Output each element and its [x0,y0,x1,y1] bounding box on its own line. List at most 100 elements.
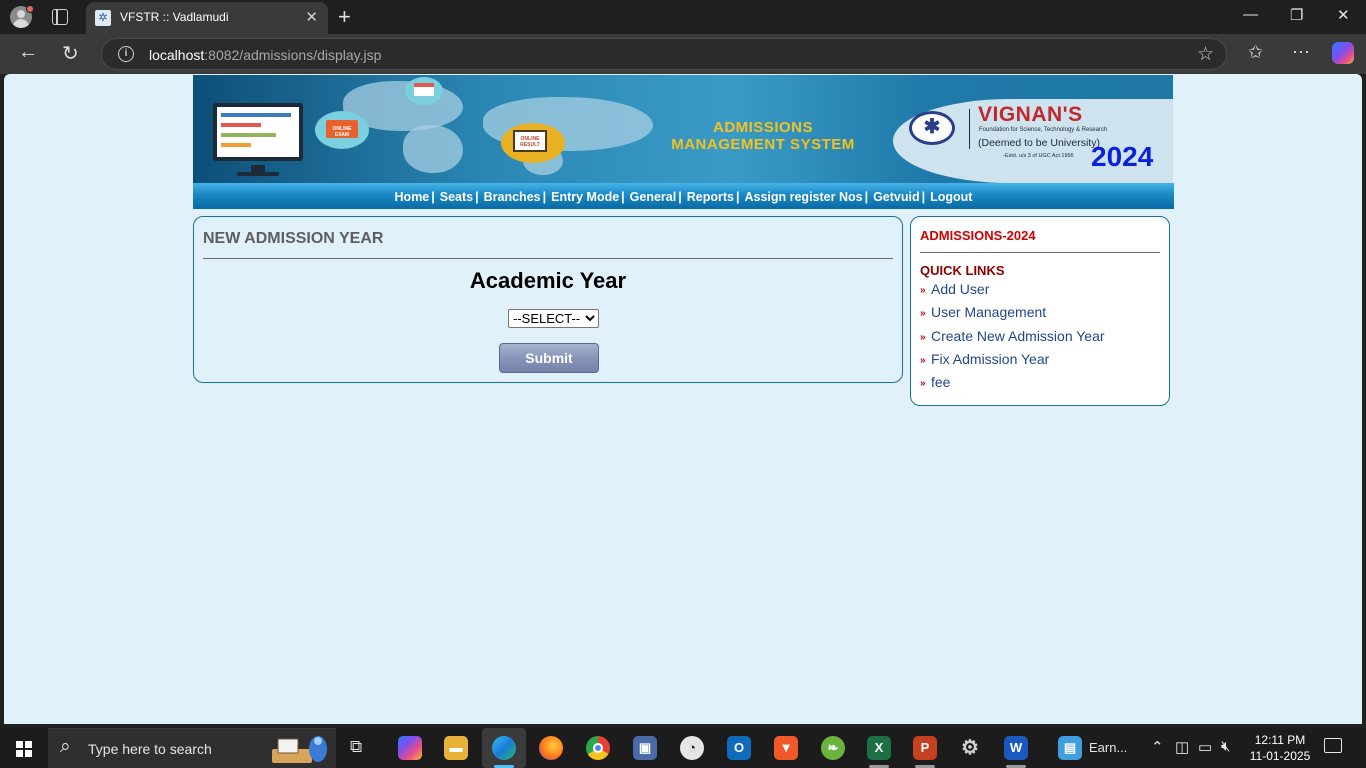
bullet-arrow-icon: » [920,308,926,320]
taskbar-search-box[interactable]: ⌕ Type here to search [48,728,336,768]
menu-item-general[interactable]: General [630,190,677,204]
quick-links-heading: QUICK LINKS [920,263,1005,278]
address-bar[interactable]: i localhost:8082/admissions/display.jsp … [101,38,1227,70]
university-emblem-icon: ✱ [909,111,955,145]
computer-monitor-illustration [213,103,303,161]
favorite-star-icon[interactable]: ☆ [1197,43,1214,66]
copilot-icon[interactable] [1332,42,1354,64]
tab-actions-icon[interactable] [52,9,68,25]
address-url[interactable]: localhost:8082/admissions/display.jsp [149,47,381,63]
remote-desktop-icon[interactable]: ▣ [633,736,657,760]
windows-taskbar: ⌕ Type here to search ⧉ ▬ ▣ ◔ O ▼ ❧ X P … [0,728,1366,768]
settings-gear-icon[interactable]: ⚙ [958,736,982,760]
world-map-shape [403,125,463,173]
chevron-up-icon[interactable]: ⌃ [1151,738,1164,756]
menu-separator: | [735,190,740,204]
menu-item-home[interactable]: Home [395,190,430,204]
menu-separator: | [431,190,435,204]
edge-browser-icon[interactable] [492,736,516,760]
submit-button[interactable]: Submit [499,343,599,373]
bullet-arrow-icon: » [920,285,926,296]
file-explorer-icon[interactable]: ▬ [444,736,468,760]
menu-separator: | [621,190,625,204]
new-admission-year-panel: NEW ADMISSION YEAR Academic Year --SELEC… [193,216,903,383]
academic-year-select[interactable]: --SELECT-- [508,309,599,328]
quick-link-item: » Add User [920,281,1105,304]
chrome-icon[interactable] [586,736,610,760]
favorites-icon[interactable]: ✩ [1248,42,1263,63]
menu-item-seats[interactable]: Seats [440,190,473,204]
divider [203,258,893,259]
active-browser-tab[interactable]: ✲ VFSTR :: Vadlamudi ✕ [86,2,328,34]
panel-title: NEW ADMISSION YEAR [203,230,384,247]
main-menu-bar: Home | Seats | Branches | Entry Mode | General | R… [193,183,1174,209]
restore-icon[interactable]: ❐ [1290,6,1303,24]
menu-item-branches[interactable]: Branches [484,190,541,204]
volume-muted-icon[interactable]: 🔇︎ [1221,738,1230,755]
admissions-heading: ADMISSIONS-2024 [920,228,1036,243]
quick-links-list: » Add User » User Management » Create New Adm… [920,281,1105,397]
quick-link-item: » Fix Admission Year [920,351,1105,374]
new-tab-icon[interactable]: + [338,4,351,30]
system-clock[interactable]: 12:11 PM 11-01-2025 [1240,732,1320,764]
search-highlight-illustration-icon [272,736,327,763]
site-info-icon[interactable]: i [118,46,134,62]
quick-link-item: » fee [920,374,1105,397]
divider [920,252,1160,253]
quick-link-user-management[interactable]: User Management [931,304,1046,320]
quick-link-create-new-admission-year[interactable]: Create New Admission Year [931,328,1105,344]
menu-separator: | [921,190,926,204]
banner-system-title: ADMISSIONS MANAGEMENT SYSTEM [671,119,855,153]
profile-notification-dot [26,5,34,13]
site-favicon-icon: ✲ [95,10,111,26]
site-banner: ONLINE EXAM ONLINE RESULT ADMISSIONS MAN… [193,75,1173,183]
bullet-arrow-icon: » [920,354,926,366]
copilot-app-icon[interactable] [398,736,422,760]
bullet-arrow-icon: » [920,378,926,390]
menu-item-reports[interactable]: Reports [687,190,734,204]
refresh-icon[interactable]: ↻ [62,41,79,66]
windows-start-icon[interactable] [16,741,32,757]
quick-link-item: » User Management [920,304,1105,327]
search-icon: ⌕ [60,736,71,757]
task-view-icon[interactable]: ⧉ [350,737,362,757]
quick-link-fix-admission-year[interactable]: Fix Admission Year [931,351,1049,367]
close-window-icon[interactable]: ✕ [1337,6,1350,24]
academic-year-label: Academic Year [469,268,627,293]
menu-item-assign-register-nos[interactable]: Assign register Nos [744,190,862,204]
outlook-icon[interactable]: O [727,736,751,760]
earn-app-label[interactable]: Earn... [1089,740,1127,755]
back-arrow-icon[interactable]: ← [18,41,38,64]
online-exam-bubble-icon: ONLINE EXAM [315,111,369,149]
quick-link-fee[interactable]: fee [931,374,950,390]
browser-tab-bar: ✲ VFSTR :: Vadlamudi ✕ + — ❐ ✕ [0,0,1366,34]
minimize-icon[interactable]: — [1243,6,1258,23]
notifications-icon[interactable] [1324,738,1342,753]
word-icon[interactable]: W [1004,736,1028,760]
browser-toolbar: ← ↻ i localhost:8082/admissions/display.… [0,34,1366,74]
menu-item-logout[interactable]: Logout [930,190,972,204]
brave-browser-icon[interactable]: ▼ [774,736,798,760]
close-tab-icon[interactable]: ✕ [305,8,318,26]
tab-title: VFSTR :: Vadlamudi [120,10,229,24]
bullet-arrow-icon: » [920,331,926,343]
menu-separator: | [475,190,479,204]
earn-app-icon[interactable]: ▤ [1058,736,1082,760]
firefox-icon[interactable] [539,736,563,760]
form-bubble-icon [405,77,443,105]
menu-separator: | [864,190,869,204]
university-name: VIGNAN'S [978,103,1083,126]
speedometer-app-icon[interactable]: ◔ [680,736,704,760]
quick-links-panel: ADMISSIONS-2024 QUICK LINKS » Add User » Us… [910,216,1170,406]
quick-link-add-user[interactable]: Add User [931,281,989,297]
menu-item-getvuid[interactable]: Getvuid [873,190,920,204]
more-menu-icon[interactable]: ⋯ [1292,42,1310,63]
camera-icon[interactable]: ◫ [1175,738,1189,756]
spring-tool-icon[interactable]: ❧ [821,736,845,760]
excel-icon[interactable]: X [867,736,891,760]
web-page: ONLINE EXAM ONLINE RESULT ADMISSIONS MAN… [4,74,1362,724]
powerpoint-icon[interactable]: P [913,736,937,760]
menu-item-entry-mode[interactable]: Entry Mode [551,190,619,204]
network-icon[interactable]: ▭ [1198,738,1212,756]
search-placeholder: Type here to search [88,741,212,757]
